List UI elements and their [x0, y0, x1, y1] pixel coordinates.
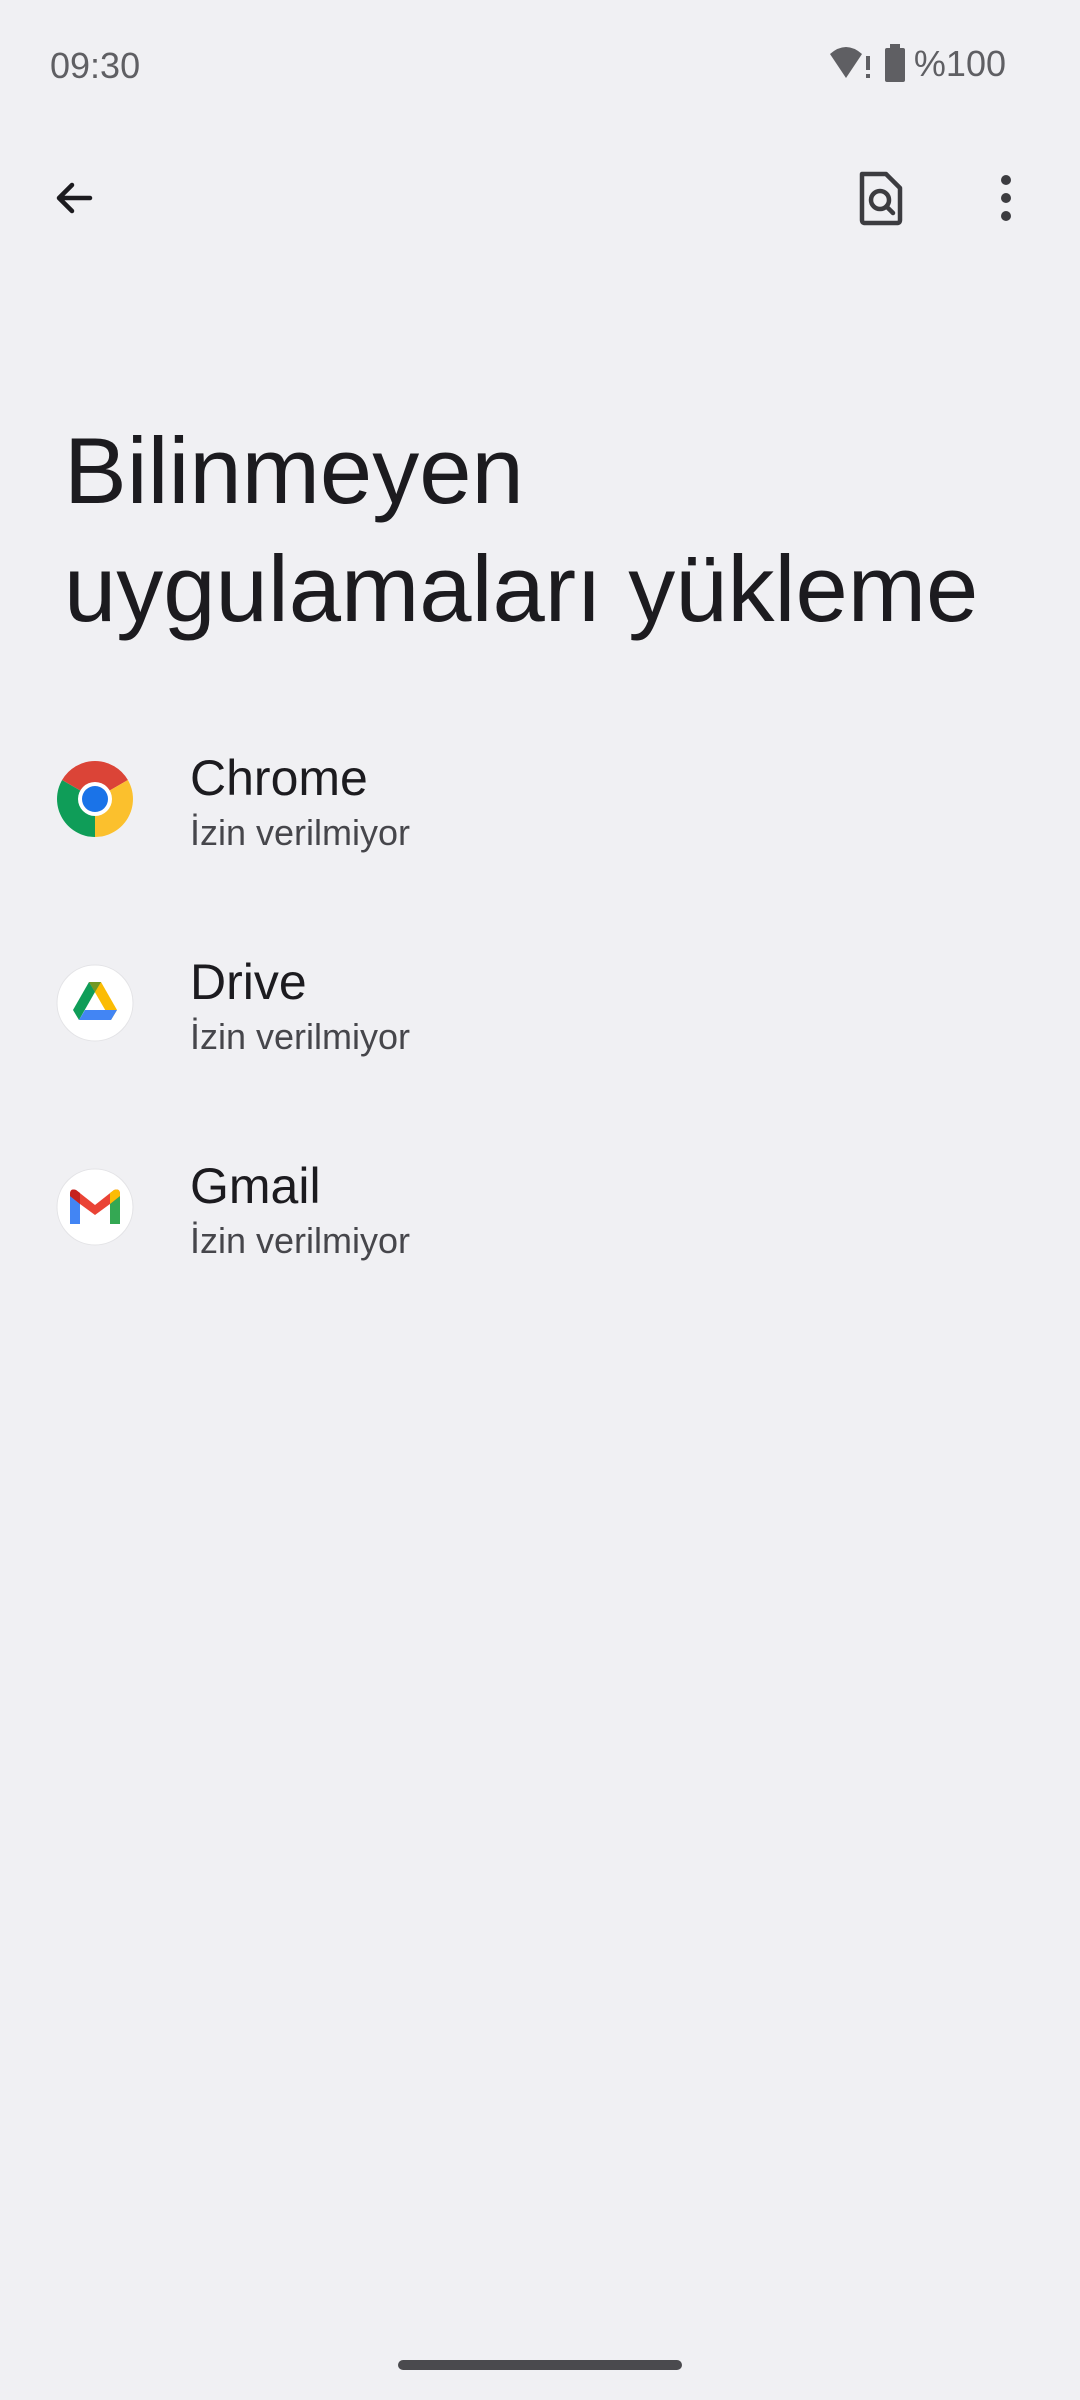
app-list-item-drive[interactable]: Drive İzin verilmiyor: [0, 924, 1080, 1128]
gesture-navigation-handle[interactable]: [398, 2360, 682, 2370]
arrow-back-icon: [50, 174, 98, 227]
battery-icon: [884, 44, 906, 84]
app-name: Drive: [190, 954, 307, 1010]
app-list-item-chrome[interactable]: Chrome İzin verilmiyor: [0, 720, 1080, 924]
settings-screen: 09:30 %100 Bilinmeyen uygulamaları yükle…: [0, 0, 1080, 2400]
app-list: Chrome İzin verilmiyor Drive İzin verilm…: [0, 720, 1080, 1332]
app-name: Gmail: [190, 1158, 321, 1214]
more-options-button[interactable]: [956, 150, 1056, 250]
app-permission-status: İzin verilmiyor: [190, 1220, 411, 1261]
battery-percentage: %100: [913, 43, 1006, 84]
page-title: Bilinmeyen uygulamaları yükleme: [64, 418, 979, 641]
gmail-icon: [56, 1168, 134, 1246]
search-settings-button[interactable]: [830, 150, 930, 250]
chrome-icon: [56, 760, 134, 838]
drive-icon: [56, 964, 134, 1042]
wifi-alert-icon: [828, 44, 874, 84]
app-permission-status: İzin verilmiyor: [190, 1016, 411, 1057]
back-button[interactable]: [24, 150, 124, 250]
top-app-bar: [0, 150, 1080, 250]
status-time: 09:30: [50, 45, 141, 86]
status-icons: %100: [828, 40, 1006, 88]
status-bar: 09:30 %100: [0, 0, 1080, 130]
app-name: Chrome: [190, 750, 368, 806]
app-list-item-gmail[interactable]: Gmail İzin verilmiyor: [0, 1128, 1080, 1332]
search-page-icon: [856, 170, 904, 231]
more-vert-icon: [998, 174, 1014, 227]
app-permission-status: İzin verilmiyor: [190, 812, 411, 853]
